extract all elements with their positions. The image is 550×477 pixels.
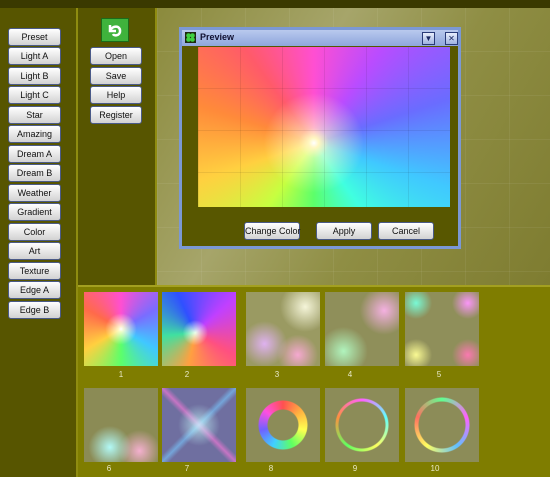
preview-dialog: Preview ▼ ✕ Change Color Apply Cancel <box>179 27 461 249</box>
category-button-star[interactable]: Star <box>8 106 61 124</box>
category-button-edge-a[interactable]: Edge A <box>8 281 61 299</box>
thumbnail-10[interactable] <box>405 388 479 462</box>
category-button-light-a[interactable]: Light A <box>8 47 61 65</box>
thumbnail-7[interactable] <box>162 388 236 462</box>
category-button-light-c[interactable]: Light C <box>8 86 61 104</box>
close-button[interactable]: ✕ <box>445 32 458 45</box>
category-button-light-b[interactable]: Light B <box>8 67 61 85</box>
thumbnail-1[interactable] <box>84 292 158 366</box>
category-button-preset[interactable]: Preset <box>8 28 61 46</box>
thumbnail-label: 1 <box>118 370 124 379</box>
thumbnail-label: 9 <box>352 464 358 473</box>
thumbnail-8[interactable] <box>246 388 320 462</box>
cancel-button[interactable]: Cancel <box>378 222 434 240</box>
register-button[interactable]: Register <box>90 106 142 124</box>
thumbnail-5[interactable] <box>405 292 479 366</box>
dropdown-button[interactable]: ▼ <box>422 32 435 45</box>
undo-arrow-icon <box>108 25 122 37</box>
category-button-texture[interactable]: Texture <box>8 262 61 280</box>
thumbnail-label: 4 <box>347 370 353 379</box>
dialog-titlebar[interactable]: Preview ▼ ✕ <box>182 30 458 46</box>
open-button[interactable]: Open <box>90 47 142 65</box>
apply-button[interactable]: Apply <box>316 222 372 240</box>
thumbnail-label: 2 <box>184 370 190 379</box>
thumbnail-label: 3 <box>274 370 280 379</box>
thumbnail-label: 6 <box>106 464 112 473</box>
undo-button[interactable] <box>101 18 129 42</box>
thumbnail-6[interactable] <box>84 388 158 462</box>
category-button-gradient[interactable]: Gradient <box>8 203 61 221</box>
change-color-button[interactable]: Change Color <box>244 222 301 240</box>
category-button-weather[interactable]: Weather <box>8 184 61 202</box>
close-icon: ✕ <box>448 34 455 43</box>
thumbnail-4[interactable] <box>325 292 399 366</box>
thumbnail-label: 10 <box>430 464 440 473</box>
thumbnail-2[interactable] <box>162 292 236 366</box>
thumbnail-label: 7 <box>184 464 190 473</box>
chevron-down-icon: ▼ <box>424 34 433 43</box>
thumbnail-label: 5 <box>436 370 442 379</box>
dialog-title: Preview <box>200 32 235 42</box>
category-button-color[interactable]: Color <box>8 223 61 241</box>
thumbnail-3[interactable] <box>246 292 320 366</box>
clover-icon <box>185 32 196 43</box>
category-button-dream-b[interactable]: Dream B <box>8 164 61 182</box>
thumbnail-9[interactable] <box>325 388 399 462</box>
category-button-edge-b[interactable]: Edge B <box>8 301 61 319</box>
help-button[interactable]: Help <box>90 86 142 104</box>
thumbnail-label: 8 <box>268 464 274 473</box>
category-button-art[interactable]: Art <box>8 242 61 260</box>
category-button-dream-a[interactable]: Dream A <box>8 145 61 163</box>
save-button[interactable]: Save <box>90 67 142 85</box>
preview-image <box>198 47 450 207</box>
category-button-amazing[interactable]: Amazing <box>8 125 61 143</box>
